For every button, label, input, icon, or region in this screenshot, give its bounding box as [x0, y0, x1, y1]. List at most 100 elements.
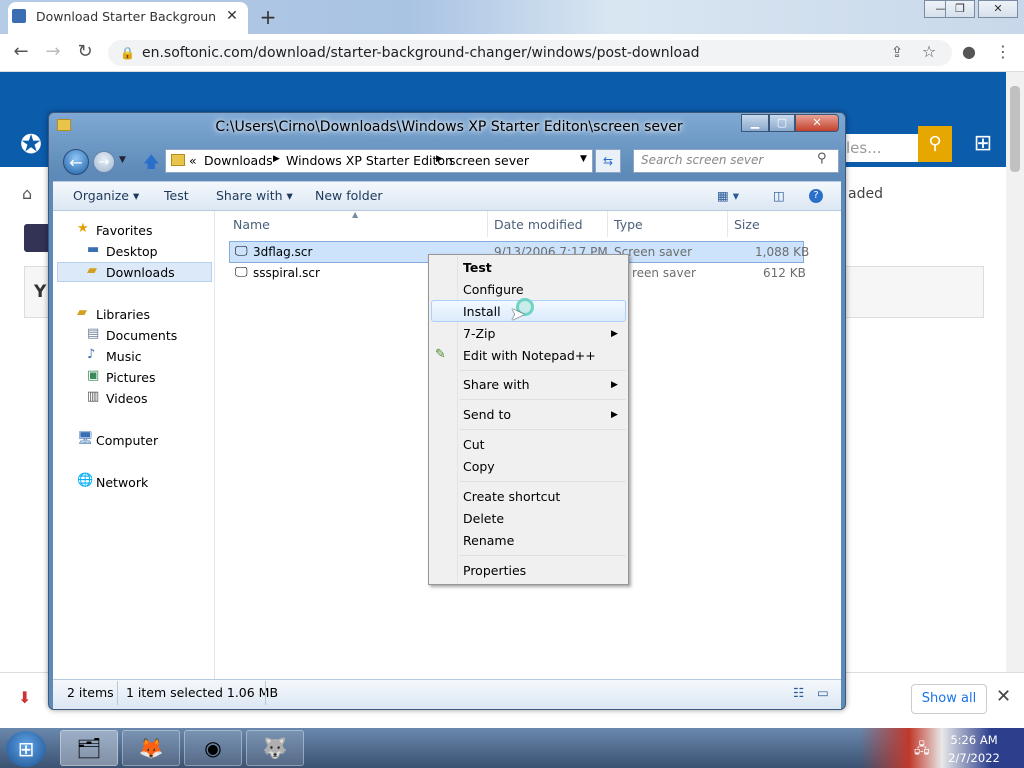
share-icon[interactable]: ⇪: [886, 41, 908, 63]
menu-item-rename[interactable]: Rename: [463, 533, 514, 548]
large-icons-view-icon[interactable]: ▭: [817, 685, 829, 700]
menu-item-properties[interactable]: Properties: [463, 563, 526, 578]
page-card-text: Y: [34, 282, 47, 302]
clock-time[interactable]: 5:26 AM: [944, 733, 1004, 747]
softonic-logo-icon[interactable]: ✪: [14, 128, 48, 162]
show-all-button[interactable]: Show all: [911, 684, 987, 714]
recent-pages-icon[interactable]: ▼: [119, 155, 126, 165]
back-arrow-icon[interactable]: ←: [10, 41, 32, 63]
nav-music[interactable]: Music: [106, 349, 142, 364]
close-window-button[interactable]: ✕: [978, 0, 1018, 18]
download-file-icon[interactable]: ⬇: [18, 688, 31, 707]
menu-item-7zip[interactable]: 7-Zip: [463, 326, 495, 341]
bookmark-star-icon[interactable]: ☆: [918, 41, 940, 63]
nav-videos[interactable]: Videos: [106, 391, 148, 406]
breadcrumb-xp-starter[interactable]: Windows XP Starter Editon: [286, 153, 453, 168]
refresh-icon[interactable]: ⇆: [595, 149, 621, 173]
start-button[interactable]: ⊞: [6, 731, 46, 767]
network-icon: 🌐: [77, 473, 94, 488]
menu-item-cut[interactable]: Cut: [463, 437, 485, 452]
sort-arrow-icon: ▲: [352, 210, 359, 219]
taskbar-gimp-button[interactable]: 🐺: [246, 730, 304, 766]
search-placeholder: Search screen sever: [641, 153, 764, 167]
breadcrumb-arrow-icon[interactable]: ▶: [273, 154, 280, 164]
menu-item-test[interactable]: Test: [463, 260, 492, 275]
lock-icon[interactable]: 🔒: [120, 46, 135, 60]
new-tab-button[interactable]: +: [256, 6, 280, 30]
organize-button[interactable]: Organize ▾: [73, 188, 139, 203]
help-icon[interactable]: ?: [809, 189, 823, 203]
preview-pane-icon[interactable]: ◫: [773, 188, 785, 203]
menu-dots-icon[interactable]: ⋮: [992, 41, 1014, 63]
nav-documents[interactable]: Documents: [106, 328, 177, 343]
menu-separator: [460, 399, 626, 400]
clock-date[interactable]: 2/7/2022: [944, 751, 1004, 765]
forward-button[interactable]: →: [93, 151, 115, 173]
forward-arrow-icon[interactable]: →: [42, 41, 64, 63]
file-name[interactable]: 3dflag.scr: [253, 245, 312, 259]
page-search-input[interactable]: les...: [846, 134, 918, 162]
nav-desktop[interactable]: Desktop: [106, 244, 158, 259]
taskbar-explorer-button[interactable]: 🗂: [60, 730, 118, 766]
nav-network[interactable]: Network: [96, 475, 148, 490]
file-name[interactable]: ssspiral.scr: [253, 266, 320, 280]
back-button[interactable]: ←: [63, 149, 89, 175]
new-folder-button[interactable]: New folder: [315, 188, 383, 203]
column-name[interactable]: Name: [233, 217, 270, 232]
column-type[interactable]: Type: [614, 217, 643, 232]
url-text[interactable]: en.softonic.com/download/starter-backgro…: [142, 45, 700, 61]
close-shelf-icon[interactable]: ✕: [996, 686, 1011, 707]
breadcrumb-screen-sever[interactable]: screen sever: [449, 153, 529, 168]
column-date[interactable]: Date modified: [494, 217, 583, 232]
column-separator[interactable]: [607, 211, 608, 237]
desktop-icon: ▬: [87, 242, 100, 257]
taskbar-firefox-button[interactable]: 🦊: [122, 730, 180, 766]
nav-computer[interactable]: Computer: [96, 433, 158, 448]
network-tray-icon[interactable]: 🖧: [914, 738, 930, 762]
submenu-arrow-icon: ▶: [611, 329, 618, 339]
column-separator[interactable]: [727, 211, 728, 237]
nav-libraries[interactable]: Libraries: [96, 307, 150, 322]
profile-icon[interactable]: ●: [958, 41, 980, 63]
status-selected: 1 item selected 1.06 MB: [126, 685, 279, 700]
explorer-close-button[interactable]: ✕: [795, 114, 839, 132]
details-view-icon[interactable]: ☷: [793, 685, 804, 700]
nav-downloads[interactable]: Downloads: [106, 265, 175, 280]
screensaver-file-icon: 🖵: [235, 244, 248, 259]
breadcrumb-downloads[interactable]: Downloads: [204, 153, 273, 168]
home-icon[interactable]: ⌂: [22, 184, 32, 203]
page-status-text: aded: [848, 186, 883, 202]
menu-item-configure[interactable]: Configure: [463, 282, 524, 297]
tab-favicon-icon: [12, 9, 26, 23]
restore-button[interactable]: ❐: [945, 0, 975, 18]
scrollbar-thumb[interactable]: [1010, 86, 1020, 172]
column-size[interactable]: Size: [734, 217, 760, 232]
nav-favorites[interactable]: Favorites: [96, 223, 152, 238]
videos-icon: ▥: [87, 389, 100, 404]
page-search-button[interactable]: ⚲: [918, 126, 952, 162]
menu-item-create-shortcut[interactable]: Create shortcut: [463, 489, 560, 504]
nav-pictures[interactable]: Pictures: [106, 370, 156, 385]
menu-item-notepadpp[interactable]: Edit with Notepad++: [463, 348, 596, 363]
menu-item-install[interactable]: Install: [463, 304, 501, 319]
share-with-button[interactable]: Share with ▾: [216, 188, 293, 203]
breadcrumb-dropdown-icon[interactable]: ▼: [580, 154, 587, 164]
menu-item-delete[interactable]: Delete: [463, 511, 504, 526]
windows-platform-icon[interactable]: ⊞: [965, 126, 1001, 162]
up-arrow-icon[interactable]: 🡅: [143, 151, 159, 178]
tab-close-icon[interactable]: ✕: [222, 6, 242, 26]
breadcrumb-prefix[interactable]: «: [189, 153, 197, 168]
view-options-icon[interactable]: ▦ ▾: [717, 188, 739, 203]
taskbar-chrome-button[interactable]: ◉: [184, 730, 242, 766]
reload-icon[interactable]: ↻: [74, 41, 96, 63]
explorer-maximize-button[interactable]: ▢: [769, 114, 795, 132]
breadcrumb-arrow-icon[interactable]: ▶: [436, 154, 443, 164]
menu-item-copy[interactable]: Copy: [463, 459, 495, 474]
test-button[interactable]: Test: [164, 188, 189, 203]
menu-item-share-with[interactable]: Share with: [463, 377, 530, 392]
search-icon[interactable]: ⚲: [817, 151, 827, 166]
column-separator[interactable]: [487, 211, 488, 237]
menu-item-send-to[interactable]: Send to: [463, 407, 511, 422]
menu-separator: [460, 370, 626, 371]
explorer-minimize-button[interactable]: ▁: [741, 114, 769, 132]
